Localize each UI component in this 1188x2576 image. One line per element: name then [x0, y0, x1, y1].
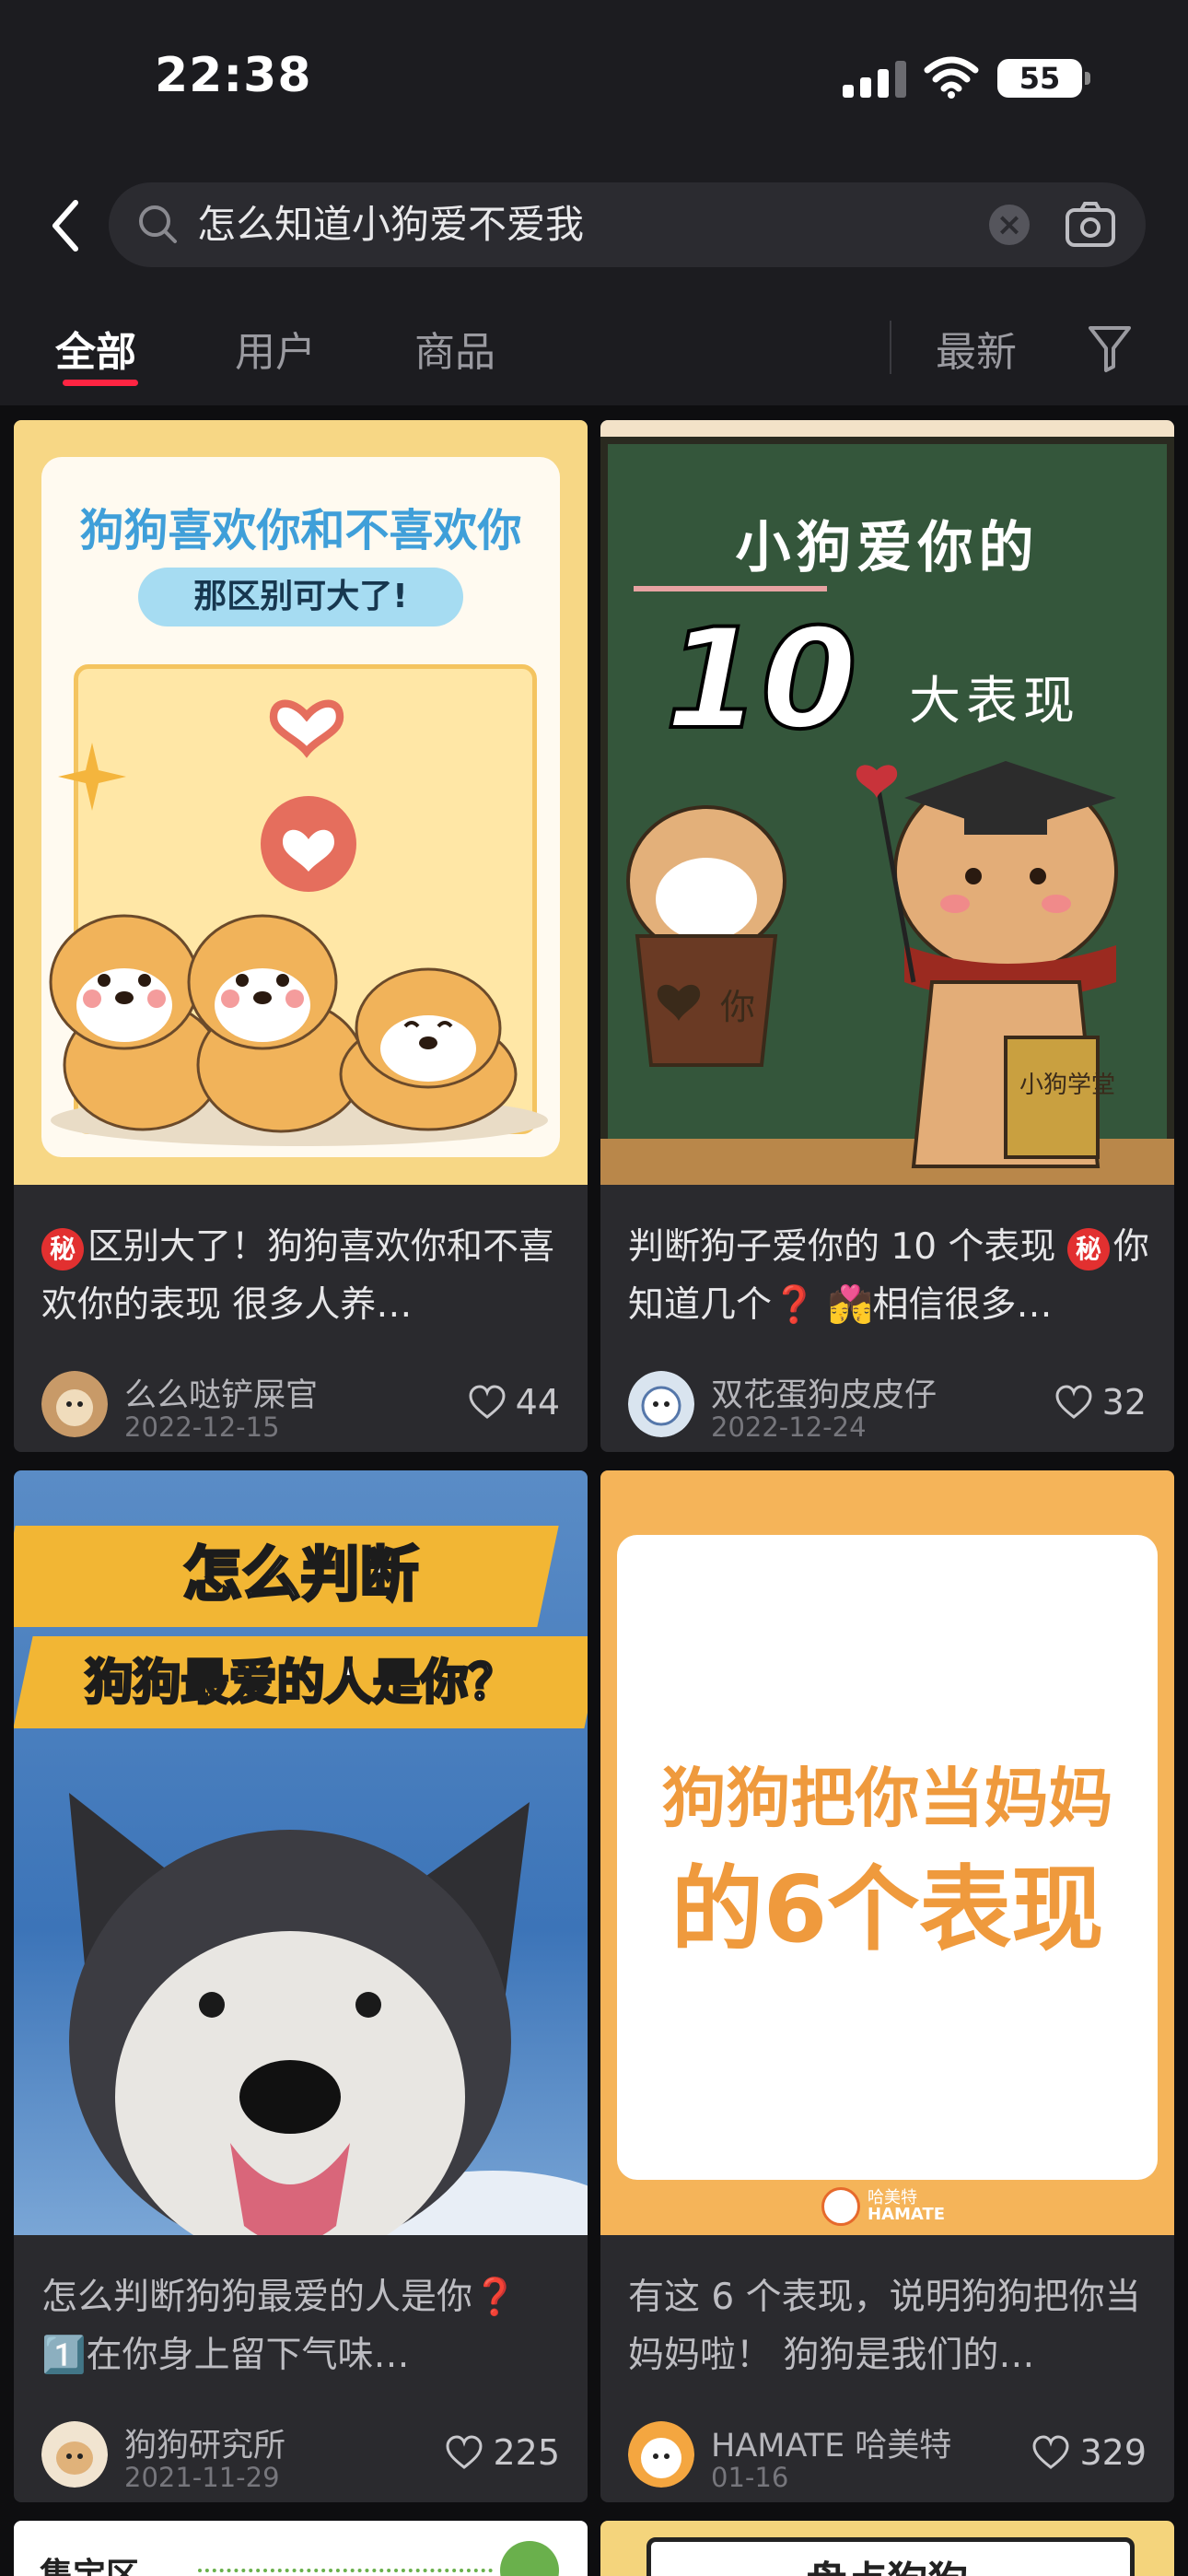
filter-icon[interactable]: [1087, 322, 1133, 374]
author-avatar[interactable]: [628, 2421, 694, 2488]
secret-emoji-badge: 秘: [41, 1227, 84, 1270]
search-input[interactable]: 怎么知道小狗爱不爱我 ×: [109, 182, 1146, 267]
wifi-icon: [924, 56, 979, 99]
husky-photo: [69, 1793, 588, 2235]
note-cover-image: 小狗爱你的 10 大表现 你 小狗学堂: [600, 420, 1174, 1185]
search-query-text: 怎么知道小狗爱不爱我: [197, 202, 585, 247]
book-text: 小狗学堂: [1019, 1071, 1115, 1099]
cover-title: 狗狗喜欢你和不喜欢你: [79, 505, 522, 556]
note-card[interactable]: 狗狗喜欢你和不喜欢你 那区别可大了! 秘 区别大了！狗狗喜欢你和不喜欢你的表现 …: [14, 420, 588, 1452]
result-tabs: 全部 用户 商品 最新: [0, 295, 1188, 405]
secret-emoji-badge: 秘: [1066, 1227, 1110, 1270]
author-avatar[interactable]: [41, 1371, 108, 1437]
brand-logo: 哈美特 HAMATE: [821, 2187, 945, 2226]
puppy-teacher-illustration: 你 小狗学堂: [626, 761, 1118, 1168]
battery-indicator: 55: [997, 59, 1090, 98]
cover-title-line1: 怎么判断: [181, 1540, 420, 1611]
cellular-signal-icon: [843, 57, 906, 98]
author-name[interactable]: 狗狗研究所: [124, 2419, 285, 2466]
heart-icon: [446, 2435, 483, 2469]
note-card[interactable]: 怎么判断 狗狗最爱的人是你？ 怎么判断狗狗最爱的人是你❓ 1️⃣在你身上留下气味…: [14, 1470, 588, 2502]
tab-users[interactable]: 用户: [235, 319, 316, 378]
cover-title-line2: 狗狗最爱的人是你？: [84, 1655, 518, 1713]
search-header: 怎么知道小狗爱不爱我 ×: [0, 157, 1188, 295]
note-description: 怎么判断狗狗最爱的人是你❓ 1️⃣在你身上留下气味…: [41, 2277, 518, 2376]
post-date: 2022-12-15: [124, 1411, 280, 1443]
tab-all[interactable]: 全部: [55, 319, 136, 378]
author-name[interactable]: 么么哒铲屎官: [124, 1369, 318, 1416]
back-arrow-icon[interactable]: [39, 193, 94, 258]
like-button[interactable]: 44: [468, 1382, 560, 1423]
note-description: 判断狗子爱你的 10 个表现 秘你知道几个❓ 💏相信很多…: [628, 1226, 1149, 1326]
author-avatar[interactable]: [628, 1371, 694, 1437]
author-avatar[interactable]: [41, 2421, 108, 2488]
active-tab-indicator: [63, 380, 138, 386]
note-cover-image: 怎么判断 狗狗最爱的人是你？: [14, 1470, 588, 2235]
like-count: 32: [1101, 1382, 1147, 1423]
status-bar: 22:38 55: [0, 0, 1188, 157]
search-results-feed: 狗狗喜欢你和不喜欢你 那区别可大了! 秘 区别大了！狗狗喜欢你和不喜欢你的表现 …: [0, 405, 1188, 2576]
cover-label: 盘点狗狗: [600, 2548, 1174, 2576]
camera-search-icon[interactable]: [1063, 199, 1118, 251]
clock: 22:38: [155, 48, 312, 103]
cover-title-line2: 的6个表现: [670, 1856, 1104, 1963]
like-count: 329: [1079, 2432, 1147, 2473]
note-card[interactable]: 小狗爱你的 10 大表现 你 小狗学堂 判断狗子爱你的 10 个表现 秘 你知道…: [600, 420, 1174, 1452]
heart-icon: [469, 1385, 506, 1419]
sort-latest-button[interactable]: 最新: [936, 319, 1017, 378]
tab-divider: [890, 321, 891, 374]
note-description: 有这 6 个表现，说明狗狗把你当妈妈啦！ 狗狗是我们的…: [628, 2277, 1141, 2376]
post-date: 2022-12-24: [711, 1411, 867, 1443]
heart-icon: [1032, 2435, 1069, 2469]
cover-subtitle: 那区别可大了!: [138, 568, 463, 626]
cover-title: 小狗爱你的: [735, 516, 1040, 580]
shiba-dogs-illustration: [49, 699, 548, 1146]
like-count: 225: [493, 2432, 560, 2473]
note-card[interactable]: 集宝区: [14, 2521, 588, 2576]
search-icon: [139, 205, 177, 243]
author-name[interactable]: HAMATE 哈美特: [711, 2419, 951, 2466]
author-name[interactable]: 双花蛋狗皮皮仔: [711, 1369, 937, 1416]
cover-label: 集宝区: [40, 2557, 140, 2576]
cover-number: 10: [663, 598, 859, 762]
note-card[interactable]: 狗狗把你当妈妈 的6个表现 哈美特 HAMATE 有这 6 个表现，说明狗狗把你…: [600, 1470, 1174, 2502]
post-date: 2021-11-29: [124, 2462, 280, 2493]
note-description: 秘区别大了！狗狗喜欢你和不喜欢你的表现 很多人养…: [41, 1226, 555, 1326]
cup-text: 你: [720, 987, 755, 1027]
cover-suffix: 大表现: [909, 672, 1080, 732]
tab-products[interactable]: 商品: [414, 319, 495, 378]
post-date: 01-16: [711, 2462, 789, 2493]
like-button[interactable]: 329: [1031, 2432, 1147, 2473]
like-button[interactable]: 32: [1054, 1382, 1147, 1423]
note-cover-image: 狗狗把你当妈妈 的6个表现 哈美特 HAMATE: [600, 1470, 1174, 2235]
heart-icon: [1055, 1385, 1092, 1419]
cover-title-line1: 狗狗把你当妈妈: [661, 1761, 1113, 1836]
like-button[interactable]: 225: [445, 2432, 560, 2473]
like-count: 44: [515, 1382, 560, 1423]
clear-search-icon[interactable]: ×: [989, 205, 1030, 245]
note-card[interactable]: 盘点狗狗: [600, 2521, 1174, 2576]
note-cover-image: 狗狗喜欢你和不喜欢你 那区别可大了!: [14, 420, 588, 1185]
